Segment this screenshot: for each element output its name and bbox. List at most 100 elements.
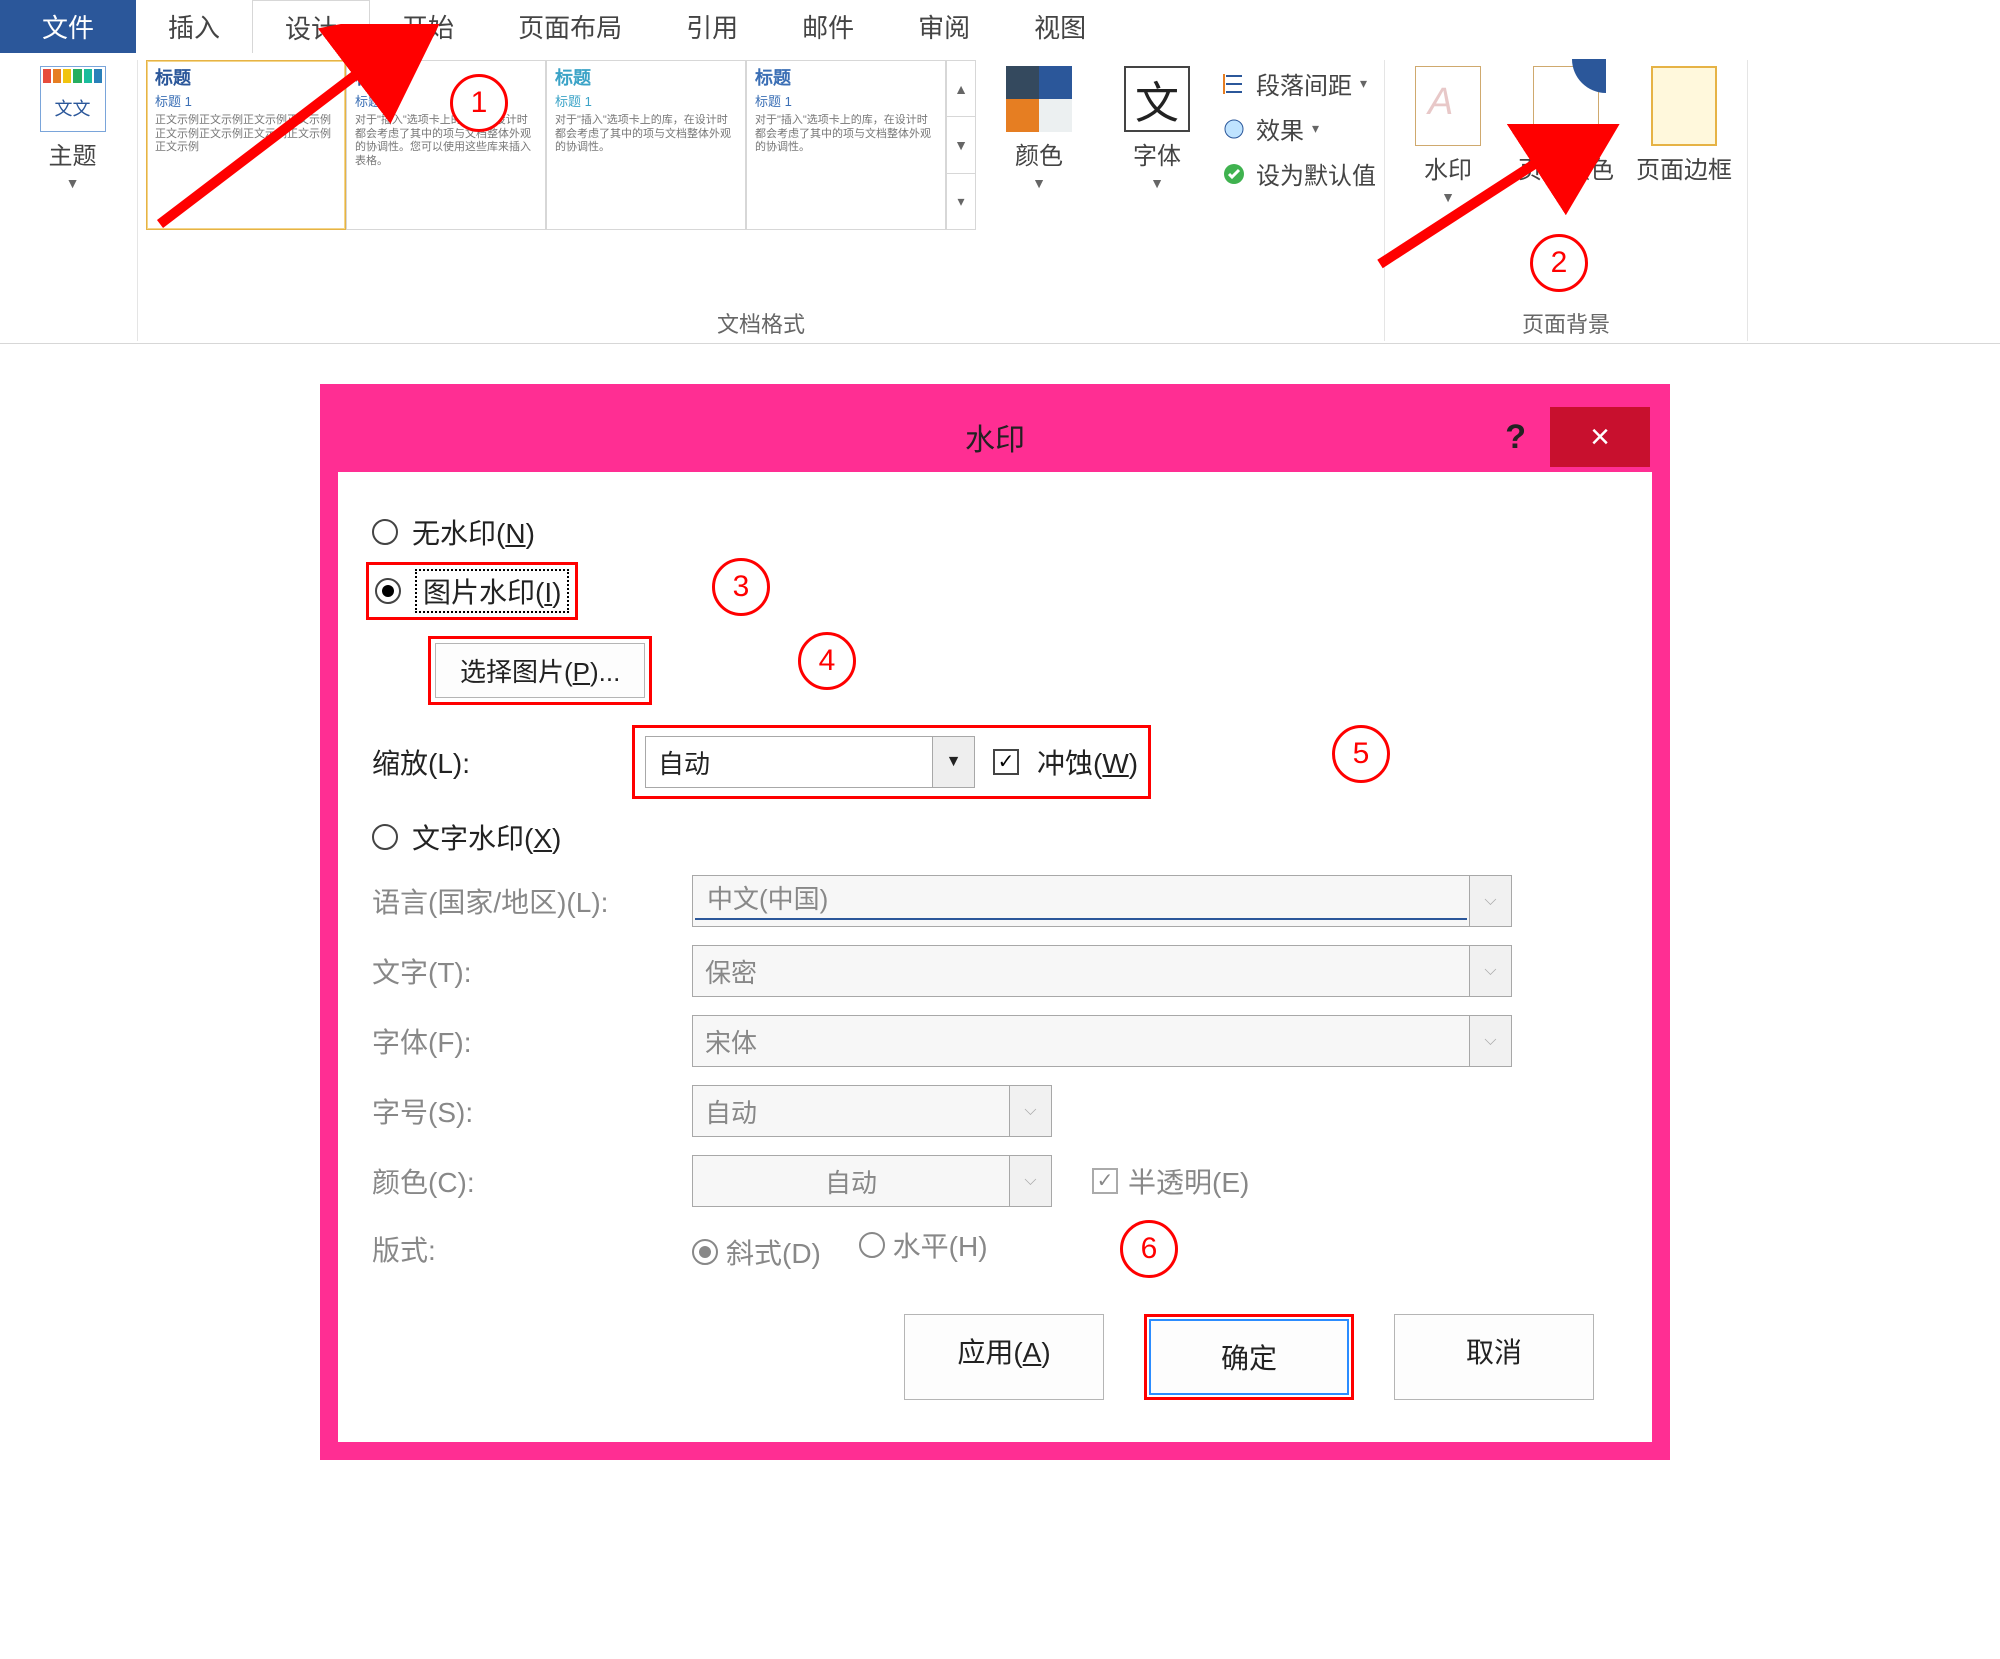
layout-label: 版式:	[372, 1229, 692, 1269]
picture-watermark-option[interactable]: 图片水印(I)	[375, 569, 569, 613]
gallery-more-icon[interactable]: ▾	[947, 174, 975, 229]
tab-design[interactable]: 设计	[252, 0, 370, 53]
chevron-down-icon: ⌵	[1009, 1156, 1051, 1206]
cancel-button[interactable]: 取消	[1394, 1314, 1594, 1400]
chevron-down-icon: ⌵	[1469, 1016, 1511, 1066]
dialog-titlebar: 水印 ? ×	[338, 402, 1652, 472]
group-page-background: 水印 ▼ 页面颜色 ▼ 页面边框 页面背景	[1385, 60, 1748, 341]
font-combo[interactable]: 宋体 ⌵	[692, 1015, 1512, 1067]
group-label-page-background: 页面背景	[1522, 301, 1610, 341]
group-themes: 文文 主题 ▼	[8, 60, 138, 341]
chevron-down-icon: ⌵	[1009, 1086, 1051, 1136]
chevron-down-icon: ⌵	[1469, 946, 1511, 996]
radio-icon	[859, 1232, 885, 1258]
style-gallery[interactable]: 标题 标题 1 正文示例正文示例正文示例正文示例正文示例正文示例正文示例正文示例…	[146, 60, 976, 230]
help-button[interactable]: ?	[1481, 418, 1550, 457]
ribbon-tabs: 文件 插入 设计 开始 页面布局 引用 邮件 审阅 视图	[0, 0, 2000, 54]
tab-review[interactable]: 审阅	[886, 0, 1002, 53]
ok-button[interactable]: 确定	[1149, 1319, 1349, 1395]
text-combo[interactable]: 保密 ⌵	[692, 945, 1512, 997]
no-watermark-option[interactable]: 无水印(N)	[372, 512, 1618, 552]
close-button[interactable]: ×	[1550, 407, 1650, 467]
tab-insert[interactable]: 插入	[136, 0, 252, 53]
chevron-down-icon: ▼	[932, 737, 974, 787]
annotation-bubble-6: 6	[1120, 1220, 1178, 1278]
watermark-button[interactable]: 水印 ▼	[1393, 60, 1503, 205]
radio-icon	[692, 1239, 718, 1265]
chevron-down-icon: ▾	[1312, 120, 1319, 137]
themes-label: 主题	[49, 136, 97, 171]
chevron-down-icon: ▼	[1032, 175, 1046, 191]
layout-diagonal-option[interactable]: 斜式(D)	[692, 1232, 821, 1272]
language-label: 语言(国家/地区)(L):	[372, 881, 692, 921]
style-gallery-item[interactable]: 标题 标题 1 对于"插入"选项卡上的库，在设计时都会考虑了其中的项与文档整体外…	[546, 60, 746, 230]
tab-page-layout[interactable]: 页面布局	[486, 0, 654, 53]
effects-button[interactable]: 效果 ▾	[1220, 111, 1376, 146]
scale-label: 缩放(L):	[372, 742, 632, 782]
scale-combo[interactable]: 自动 ▼	[645, 736, 975, 788]
watermark-dialog: 水印 ? × 无水印(N) 图片水印(I) 3	[320, 384, 1670, 1460]
page-color-label: 页面颜色	[1518, 150, 1614, 185]
annotation-bubble-1: 1	[450, 74, 508, 132]
semitransparent-label: 半透明(E)	[1128, 1161, 1249, 1201]
tab-home[interactable]: 开始	[370, 0, 486, 53]
effects-icon	[1220, 115, 1248, 143]
tab-mailings[interactable]: 邮件	[770, 0, 886, 53]
gallery-scroll: ▲ ▼ ▾	[946, 60, 976, 230]
group-document-formatting: 标题 标题 1 正文示例正文示例正文示例正文示例正文示例正文示例正文示例正文示例…	[138, 60, 1385, 341]
page-color-button[interactable]: 页面颜色 ▼	[1511, 60, 1621, 205]
gallery-down-icon[interactable]: ▼	[947, 117, 975, 173]
page-borders-icon	[1651, 66, 1717, 146]
annotation-bubble-5: 5	[1332, 725, 1390, 783]
colors-label: 颜色	[1015, 136, 1063, 171]
tab-view[interactable]: 视图	[1002, 0, 1118, 53]
style-gallery-item[interactable]: 标题 标题 1 对于"插入"选项卡上的库，在设计时都会考虑了其中的项与文档整体外…	[746, 60, 946, 230]
group-label-doc-format: 文档格式	[717, 301, 805, 341]
select-picture-button[interactable]: 选择图片(P)...	[435, 643, 645, 698]
washout-label: 冲蚀(W)	[1037, 742, 1138, 782]
dialog-title: 水印	[965, 415, 1025, 459]
radio-icon	[372, 824, 398, 850]
page-borders-button[interactable]: 页面边框	[1629, 60, 1739, 185]
page-color-icon	[1533, 66, 1599, 146]
tab-references[interactable]: 引用	[654, 0, 770, 53]
fonts-icon: 文	[1124, 66, 1190, 132]
annotation-bubble-2: 2	[1530, 234, 1588, 292]
close-icon: ×	[1590, 418, 1610, 457]
semitransparent-checkbox[interactable]	[1092, 1168, 1118, 1194]
gallery-up-icon[interactable]: ▲	[947, 61, 975, 117]
style-gallery-item[interactable]: 标题 标题 1 正文示例正文示例正文示例正文示例正文示例正文示例正文示例正文示例…	[146, 60, 346, 230]
style-gallery-item[interactable]: 标题 标题 1 对于"插入"选项卡上的库，在设计时都会考虑了其中的项与文档整体外…	[346, 60, 546, 230]
colors-button[interactable]: 颜色 ▼	[984, 60, 1094, 191]
themes-icon: 文文	[40, 66, 106, 132]
check-circle-icon	[1220, 160, 1248, 188]
fonts-label: 字体	[1133, 136, 1181, 171]
themes-button[interactable]: 文文 主题 ▼	[18, 60, 128, 191]
dialog-footer: 6 应用(A) 确定 取消	[372, 1290, 1618, 1412]
size-label: 字号(S):	[372, 1091, 692, 1131]
color-combo[interactable]: 自动 ⌵	[692, 1155, 1052, 1207]
formatting-extras: 段落间距 ▾ 效果 ▾ 设为默认值	[1220, 60, 1376, 191]
chevron-down-icon: ▾	[1360, 75, 1367, 92]
paragraph-spacing-button[interactable]: 段落间距 ▾	[1220, 66, 1376, 101]
text-watermark-option[interactable]: 文字水印(X)	[372, 817, 1618, 857]
annotation-bubble-3: 3	[712, 558, 770, 616]
set-default-button[interactable]: 设为默认值	[1220, 156, 1376, 191]
ribbon-body: 文文 主题 ▼ 标题 标题 1 正文示例正文示例正文示例正文示例正文示例正文示例…	[0, 54, 2000, 344]
layout-horizontal-option[interactable]: 水平(H)	[859, 1225, 988, 1265]
language-combo[interactable]: 中文(中国) ⌵	[692, 875, 1512, 927]
chevron-down-icon: ⌵	[1469, 876, 1511, 926]
washout-checkbox[interactable]	[993, 749, 1019, 775]
apply-button[interactable]: 应用(A)	[904, 1314, 1104, 1400]
chevron-down-icon: ▼	[66, 175, 80, 191]
chevron-down-icon: ▼	[1559, 189, 1573, 205]
fonts-button[interactable]: 文 字体 ▼	[1102, 60, 1212, 191]
chevron-down-icon: ▼	[1441, 189, 1455, 205]
tab-file[interactable]: 文件	[0, 0, 136, 53]
radio-icon	[375, 578, 401, 604]
dialog-area: 水印 ? × 无水印(N) 图片水印(I) 3	[320, 384, 1670, 1460]
size-combo[interactable]: 自动 ⌵	[692, 1085, 1052, 1137]
page-borders-label: 页面边框	[1636, 150, 1732, 185]
watermark-icon	[1415, 66, 1481, 146]
font-label: 字体(F):	[372, 1021, 692, 1061]
